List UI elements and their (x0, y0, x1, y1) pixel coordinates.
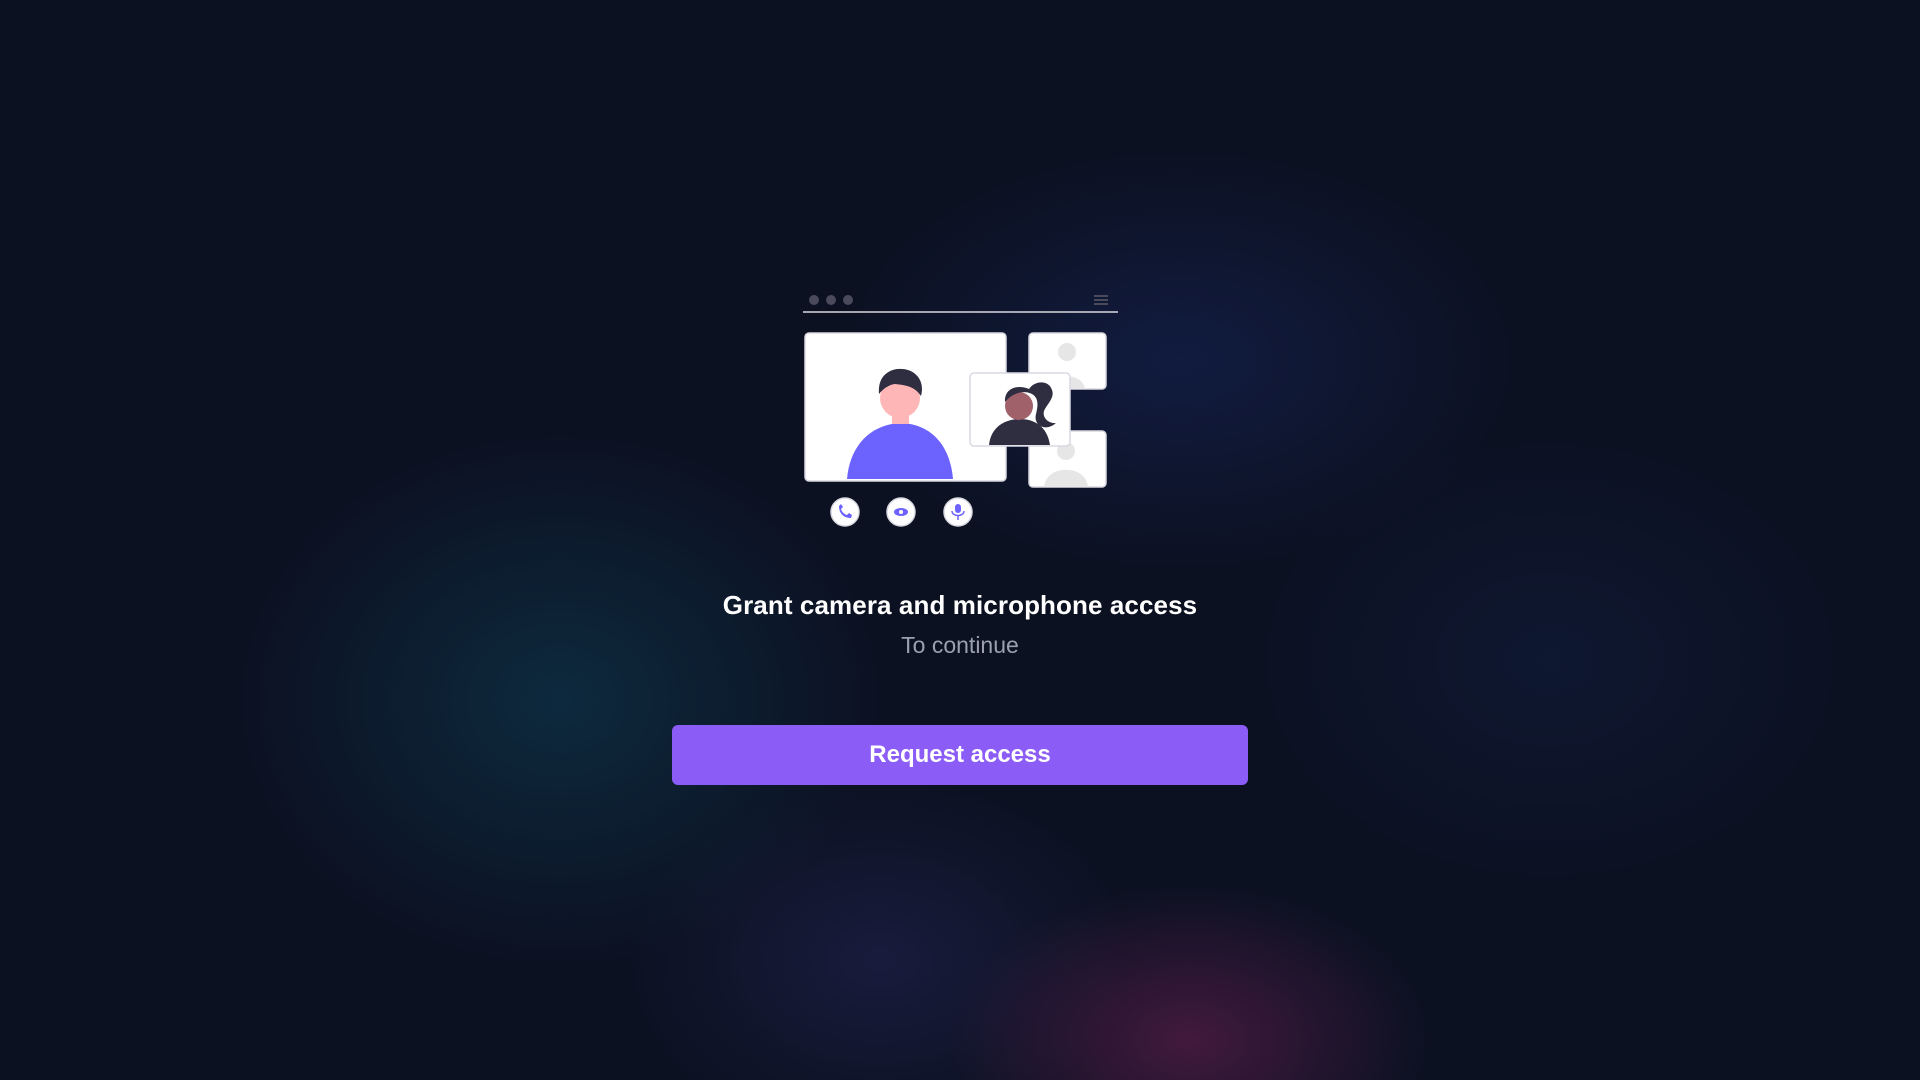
window-dots (809, 295, 853, 305)
video-call-illustration (800, 286, 1120, 531)
request-access-button[interactable]: Request access (672, 725, 1248, 785)
window-dot (843, 295, 853, 305)
menu-icon (1094, 295, 1108, 305)
phone-icon (830, 497, 860, 527)
permission-subtitle: To continue (901, 632, 1019, 658)
eye-icon (886, 497, 916, 527)
permission-title: Grant camera and microphone access (722, 590, 1198, 620)
window-dot (826, 295, 836, 305)
participant-tile-woman (969, 372, 1071, 447)
microphone-icon (943, 497, 973, 527)
window-dot (809, 295, 819, 305)
